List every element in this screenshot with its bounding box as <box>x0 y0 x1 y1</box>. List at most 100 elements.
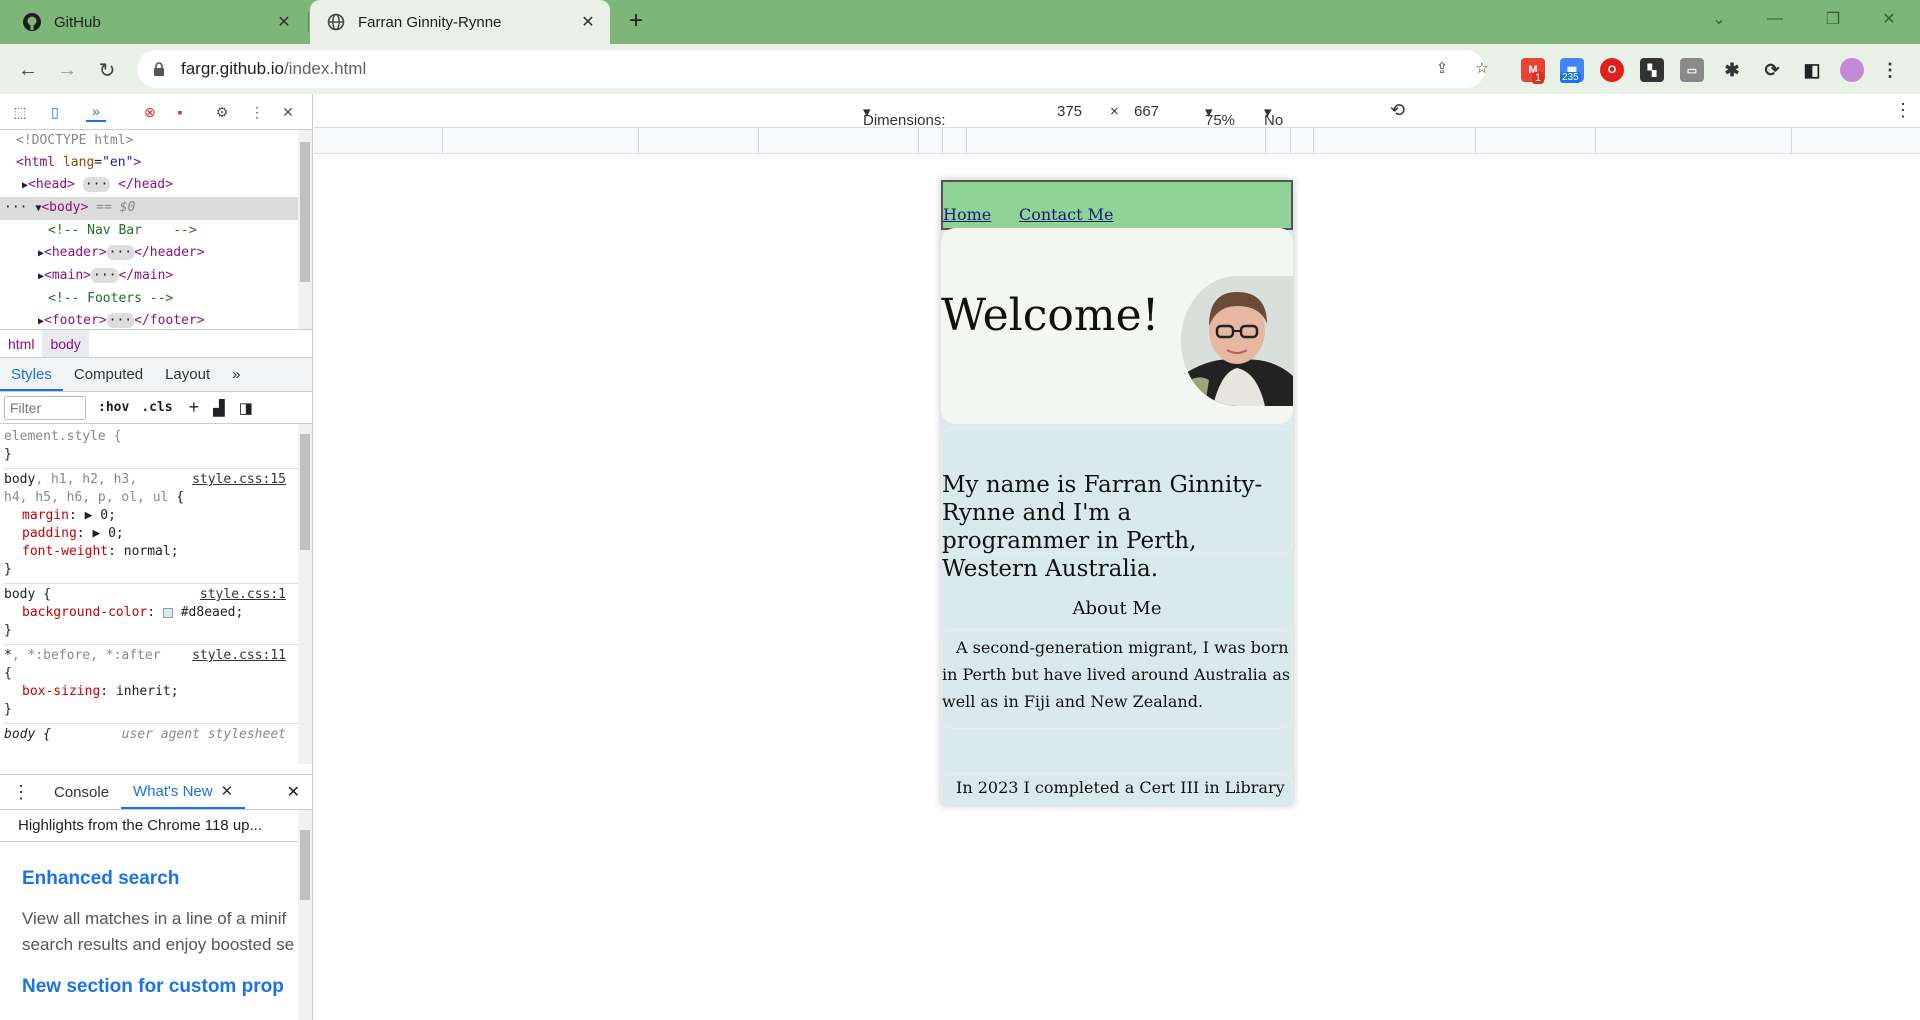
rotate-icon[interactable]: ⟲ <box>1390 100 1405 121</box>
dom-head[interactable]: ▶<head> ··· </head> <box>0 174 312 197</box>
more-tabs-icon[interactable]: » <box>86 102 106 122</box>
throttling-select[interactable]: No throttling ▾ <box>1264 103 1322 146</box>
dom-scrollbar[interactable] <box>298 130 312 329</box>
css-property[interactable]: padding: ▶ 0; <box>4 525 308 543</box>
inspect-element-icon[interactable]: ⬚ <box>10 102 30 122</box>
styles-scrollbar[interactable] <box>298 424 312 764</box>
css-rule-body[interactable]: style.css:1 body { background-color: #d8… <box>4 584 308 645</box>
address-bar[interactable]: fargr.github.io/index.html <box>137 50 1485 88</box>
profile-avatar[interactable] <box>1840 58 1864 82</box>
media-query-ruler[interactable] <box>314 128 1920 154</box>
css-rule-reset[interactable]: style.css:15 body, h1, h2, h3, h4, h5, h… <box>4 469 308 584</box>
breadcrumb-body[interactable]: body <box>42 330 89 357</box>
drawer-tab-whats-new[interactable]: What's New ✕ <box>121 775 246 809</box>
close-drawer-icon[interactable]: ✕ <box>287 782 300 802</box>
nav-link-contact[interactable]: Contact Me <box>1019 205 1113 224</box>
dom-tree: <!DOCTYPE html> <html lang="en"> ▶<head>… <box>0 130 312 330</box>
drawer-tab-console[interactable]: Console <box>42 775 121 809</box>
dom-html[interactable]: <html lang="en"> <box>0 152 312 174</box>
dom-header[interactable]: ▶<header> ··· </header> <box>0 242 312 265</box>
tab-styles[interactable]: Styles <box>0 366 63 391</box>
breadcrumb-html[interactable]: html <box>0 336 42 352</box>
forward-button[interactable]: → <box>52 55 82 85</box>
lock-icon[interactable] <box>151 61 167 77</box>
close-tab-icon[interactable]: ✕ <box>221 782 234 800</box>
css-rule-universal[interactable]: style.css:11 *, *:before, *:after { box-… <box>4 645 308 724</box>
close-window-button[interactable]: ✕ <box>1866 0 1912 38</box>
restore-button[interactable]: ❐ <box>1810 0 1856 38</box>
cls-toggle[interactable]: .cls <box>141 400 172 415</box>
device-height-input[interactable]: 667 <box>1134 103 1159 120</box>
chrome-menu-icon[interactable]: ⋮ <box>1878 58 1902 82</box>
issues-icon[interactable]: ▪ <box>170 102 190 122</box>
close-tab-icon[interactable]: ✕ <box>274 12 294 32</box>
sidebar-toggle-icon[interactable]: ◨ <box>239 399 253 417</box>
share-icon[interactable]: ⇪ <box>1432 58 1452 78</box>
sync-icon[interactable]: ⟳ <box>1760 58 1784 82</box>
tab-farran[interactable]: Farran Ginnity-Rynne ✕ <box>310 0 610 44</box>
github-icon <box>22 12 42 32</box>
new-rule-icon[interactable]: + <box>189 397 200 418</box>
opera-extension-icon[interactable]: O <box>1600 58 1624 82</box>
whats-new-heading[interactable]: New section for custom prop <box>0 976 312 998</box>
device-toolbar: Dimensions: iPhone SE ▾ 375 × 667 75% ▾ … <box>314 94 1920 146</box>
whats-new-scrollbar[interactable] <box>298 810 312 1020</box>
color-swatch[interactable] <box>162 607 173 618</box>
settings-gear-icon[interactable]: ⚙ <box>212 102 232 122</box>
back-button[interactable]: ← <box>13 55 43 85</box>
profile-photo <box>1181 276 1293 406</box>
device-width-input[interactable]: 375 <box>1057 103 1082 120</box>
error-count-icon[interactable]: ⊗ <box>140 102 160 122</box>
dom-footer[interactable]: ▶<footer> ··· </footer> <box>0 310 312 329</box>
browser-toolbar: ← → ↻ fargr.github.io/index.html ⇪ ☆ M 1… <box>0 44 1920 94</box>
rule-source-link[interactable]: style.css:11 <box>192 647 286 665</box>
dom-nav-comment[interactable]: <!-- Nav Bar --> <box>0 220 312 242</box>
url-text: fargr.github.io/index.html <box>181 59 367 78</box>
css-property[interactable]: margin: ▶ 0; <box>4 507 308 525</box>
tab-layout[interactable]: Layout <box>154 366 221 391</box>
rule-source-link[interactable]: style.css:1 <box>200 586 286 604</box>
rule-source-link[interactable]: style.css:15 <box>192 471 286 489</box>
styles-pane: element.style { } style.css:15 body, h1,… <box>0 424 312 764</box>
tab-github[interactable]: GitHub ✕ <box>6 0 306 44</box>
css-property[interactable]: font-weight: normal; <box>4 543 308 561</box>
tab-search-icon[interactable]: ⌄ <box>1696 0 1742 38</box>
drawer-menu-icon[interactable]: ⋮ <box>0 775 42 809</box>
breadcrumb: html body <box>0 330 312 358</box>
nav-link-home[interactable]: Home <box>943 205 991 224</box>
device-viewport[interactable]: Home Contact Me Welcome! My name is Farr… <box>941 180 1293 805</box>
more-subtabs-icon[interactable]: » <box>221 366 251 391</box>
element-style-rule[interactable]: element.style { } <box>4 426 308 469</box>
dom-body[interactable]: ··· ▼<body> == $0 <box>0 197 312 220</box>
close-devtools-icon[interactable]: ✕ <box>278 102 298 122</box>
new-tab-button[interactable]: + <box>622 8 650 36</box>
css-property[interactable]: background-color: #d8eaed; <box>4 604 308 622</box>
extensions-puzzle-icon[interactable]: ✱ <box>1720 58 1744 82</box>
side-panel-icon[interactable]: ◧ <box>1800 58 1824 82</box>
dom-main[interactable]: ▶<main> ··· </main> <box>0 265 312 288</box>
whats-new-heading[interactable]: Enhanced search <box>0 868 312 890</box>
intro-text: My name is Farran Ginnity-Rynne and I'm … <box>942 472 1263 582</box>
folder-extension-icon[interactable]: ▭ <box>1680 58 1704 82</box>
dom-doctype[interactable]: <!DOCTYPE html> <box>0 130 312 152</box>
device-dimensions-select[interactable]: Dimensions: iPhone SE ▾ <box>863 103 946 146</box>
close-tab-icon[interactable]: ✕ <box>578 12 598 32</box>
dom-footer-comment[interactable]: <!-- Footers --> <box>0 288 312 310</box>
minimize-button[interactable]: — <box>1752 0 1798 38</box>
reload-button[interactable]: ↻ <box>92 55 122 85</box>
device-toggle-icon[interactable]: ▯ <box>45 102 65 122</box>
whats-new-highlight[interactable]: Highlights from the Chrome 118 up... <box>0 810 312 842</box>
intro-card: My name is Farran Ginnity-Rynne and I'm … <box>941 428 1293 582</box>
drawer-toolbar: ⋮ Console What's New ✕ ✕ <box>0 774 312 810</box>
colorful-extension-icon[interactable]: ▚ <box>1640 58 1664 82</box>
styles-filter-input[interactable]: Filter <box>4 395 86 420</box>
zoom-select[interactable]: 75% ▾ <box>1205 103 1235 129</box>
css-property[interactable]: box-sizing: inherit; <box>4 683 308 701</box>
tab-computed[interactable]: Computed <box>63 366 154 391</box>
bookmark-star-icon[interactable]: ☆ <box>1472 58 1492 78</box>
hov-toggle[interactable]: :hov <box>98 400 129 415</box>
device-menu-icon[interactable]: ⋮ <box>1894 100 1912 121</box>
paint-icon[interactable]: ▟ <box>213 399 225 417</box>
devtools-menu-icon[interactable]: ⋮ <box>247 102 267 122</box>
css-rule-user-agent[interactable]: user agent stylesheet body { <box>4 724 308 748</box>
